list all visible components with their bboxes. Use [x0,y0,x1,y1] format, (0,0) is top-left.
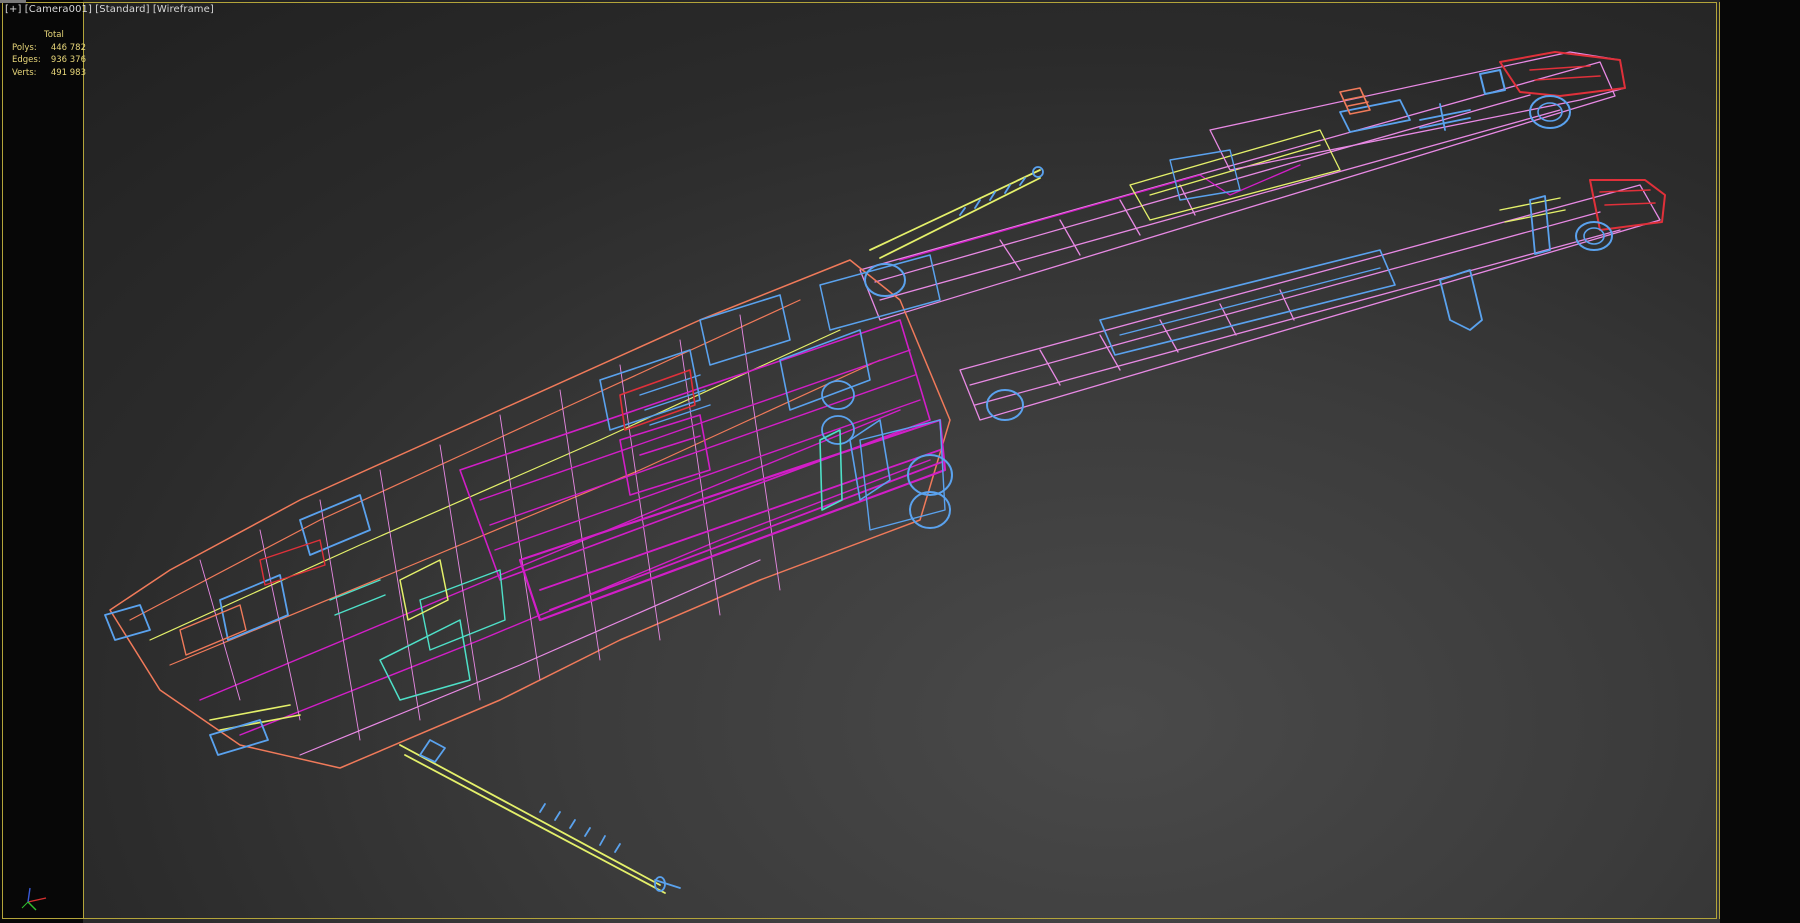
shading-standard-button[interactable]: [Standard] [95,4,149,15]
stats-header: Total [44,30,64,40]
stats-row-edges: Edges: 936 376 [12,54,86,67]
lower-barrel [959,179,1666,421]
stats-label: Edges: [12,55,41,65]
viewport-menu-button[interactable]: [+] [5,4,21,15]
stats-value: 446 782 [50,42,86,53]
stats-label: Verts: [12,67,37,78]
wireframe-model[interactable] [0,0,1800,923]
stats-value: 936 376 [50,55,86,65]
viewport-label: [+] [Camera001] [Standard] [Wireframe] [5,4,214,15]
stats-row-verts: Verts: 491 983 [12,67,86,80]
stats-value: 491 983 [50,67,86,78]
shading-mode-button[interactable]: [Wireframe] [153,4,214,15]
stats-label: Polys: [12,42,37,53]
statistics-overlay: Total Polys: 446 782 Edges: 936 376 Vert… [12,29,86,79]
viewport-tab-marker [0,0,26,3]
stats-row-polys: Polys: 446 782 [12,42,86,55]
axis-tripod-icon [21,887,47,911]
upper-barrel [859,51,1626,321]
main-hull [104,254,1024,769]
camera-menu-button[interactable]: [Camera001] [25,4,92,15]
lower-antenna [399,739,681,894]
